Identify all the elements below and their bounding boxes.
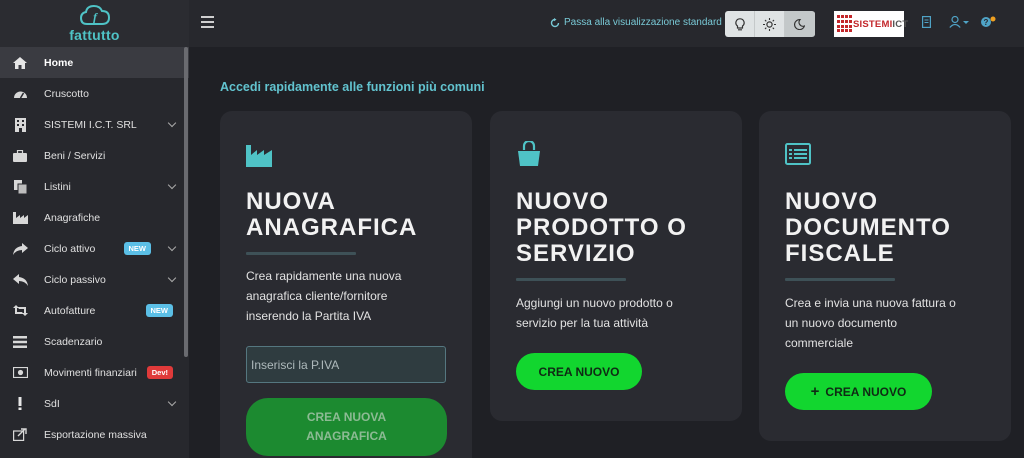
cloud-logo-icon: f <box>79 4 110 25</box>
dashboard-icon <box>12 87 28 101</box>
reply-icon <box>12 273 28 287</box>
sidebar-item-movimenti-finanziari[interactable]: Movimenti finanziari Dev! <box>0 357 189 388</box>
create-document-label: CREA NUOVO <box>825 384 907 399</box>
sidebar-item-esportazione-massiva[interactable]: Esportazione massiva <box>0 419 189 450</box>
sidebar-item-label: Listini <box>44 180 71 193</box>
create-document-button[interactable]: + CREA NUOVO <box>785 373 932 410</box>
sidebar-item-cruscotto[interactable]: Cruscotto <box>0 78 189 109</box>
sidebar-item-ciclo-passivo[interactable]: Ciclo passivo <box>0 264 189 295</box>
card-nuovo-documento: NUOVO DOCUMENTO FISCALE Crea e invia una… <box>759 111 1011 441</box>
card-title: NUOVA ANAGRAFICA <box>246 188 418 241</box>
sidebar-item-company[interactable]: SISTEMI I.C.T. SRL <box>0 109 189 140</box>
sidebar-item-ciclo-attivo[interactable]: Ciclo attivo NEW <box>0 233 189 264</box>
sidebar-scrollbar[interactable] <box>184 47 188 357</box>
theme-switcher <box>725 11 815 37</box>
card-divider <box>785 278 895 281</box>
share-icon <box>12 242 28 256</box>
app-name: fattutto <box>69 27 120 43</box>
invoice-list-icon <box>785 143 811 165</box>
sidebar: f fattutto Home Cruscotto SISTEMI I.C.T.… <box>0 0 189 458</box>
retweet-icon <box>12 304 28 318</box>
switch-view-link[interactable]: Passa alla visualizzazione standard <box>550 17 722 28</box>
building-icon <box>12 117 28 132</box>
card-description: Crea e invia una nuova fattura o un nuov… <box>785 296 956 350</box>
card-description: Aggiungi un nuovo prodotto o servizio pe… <box>516 296 673 330</box>
sidebar-item-autofatture[interactable]: Autofatture NEW <box>0 295 189 326</box>
moon-icon <box>794 18 805 30</box>
card-divider <box>516 278 626 281</box>
card-nuovo-prodotto: NUOVO PRODOTTO O SERVIZIO Aggiungi un nu… <box>490 111 742 421</box>
sidebar-item-label: Cruscotto <box>44 87 89 100</box>
main-content: Accedi rapidamente alle funzioni più com… <box>189 47 1024 458</box>
factory-icon <box>12 211 28 225</box>
app-logo[interactable]: f fattutto <box>0 0 189 47</box>
card-description: Crea rapidamente una nuova anagrafica cl… <box>246 269 402 323</box>
sidebar-item-listini[interactable]: Listini <box>0 171 189 202</box>
sidebar-item-label: Scadenzario <box>44 335 103 348</box>
sidebar-item-scadenzario[interactable]: Scadenzario <box>0 326 189 357</box>
company-logo-mark <box>837 15 852 33</box>
sidebar-item-anagrafiche[interactable]: Anagrafiche <box>0 202 189 233</box>
piva-input[interactable] <box>246 346 446 383</box>
dev-badge: Dev! <box>146 366 173 379</box>
theme-light-button[interactable] <box>755 11 785 37</box>
create-product-button[interactable]: CREA NUOVO <box>516 353 642 390</box>
section-title: Accedi rapidamente alle funzioni più com… <box>220 80 485 94</box>
factory-icon <box>246 145 272 167</box>
new-badge: NEW <box>123 242 151 255</box>
create-anagrafica-button[interactable]: CREA NUOVA ANAGRAFICA <box>246 398 447 456</box>
svg-text:f: f <box>93 10 98 24</box>
sidebar-item-label: Ciclo passivo <box>44 273 106 286</box>
topbar: Passa alla visualizzazione standard SIST… <box>189 0 1024 47</box>
sidebar-item-label: SdI <box>44 397 60 410</box>
sun-icon <box>763 17 776 31</box>
money-icon <box>12 366 28 380</box>
company-logo: SISTEMIICT <box>834 11 908 37</box>
sidebar-item-sdi[interactable]: SdI <box>0 388 189 419</box>
sidebar-item-label: Anagrafiche <box>44 211 101 224</box>
sidebar-item-label: Ciclo attivo <box>44 242 96 255</box>
sidebar-item-home[interactable]: Home <box>0 47 189 78</box>
lightbulb-icon <box>734 17 745 30</box>
shopping-bag-icon <box>518 141 540 166</box>
svg-text:?: ? <box>984 18 989 27</box>
sidebar-item-label: Esportazione massiva <box>44 428 147 441</box>
list-icon <box>12 335 28 349</box>
card-divider <box>246 252 356 255</box>
export-icon <box>12 428 28 442</box>
user-menu-icon[interactable] <box>949 15 969 31</box>
exclamation-icon <box>12 397 28 411</box>
copy-icon <box>12 179 28 194</box>
menu-icon[interactable] <box>201 16 214 28</box>
new-badge: NEW <box>145 304 173 317</box>
sidebar-item-label: Beni / Servizi <box>44 149 106 162</box>
theme-auto-button[interactable] <box>725 11 755 37</box>
document-icon[interactable] <box>922 16 932 31</box>
card-nuova-anagrafica: NUOVA ANAGRAFICA Crea rapidamente una nu… <box>220 111 472 458</box>
card-title: NUOVO PRODOTTO O SERVIZIO <box>516 188 687 267</box>
sidebar-item-label: SISTEMI I.C.T. SRL <box>44 118 137 131</box>
theme-dark-button[interactable] <box>785 11 815 37</box>
company-logo-text: SISTEMIICT <box>853 18 909 30</box>
home-icon <box>12 56 28 70</box>
briefcase-icon <box>12 149 28 163</box>
card-title: NUOVO DOCUMENTO FISCALE <box>785 188 951 267</box>
sidebar-item-beni-servizi[interactable]: Beni / Servizi <box>0 140 189 171</box>
sidebar-item-label: Home <box>44 56 74 69</box>
help-icon[interactable]: ? <box>981 16 997 31</box>
switch-view-label: Passa alla visualizzazione standard <box>564 17 722 28</box>
plus-icon: + <box>810 382 820 400</box>
sidebar-nav: Home Cruscotto SISTEMI I.C.T. SRL Beni /… <box>0 47 189 450</box>
refresh-icon <box>550 17 560 27</box>
